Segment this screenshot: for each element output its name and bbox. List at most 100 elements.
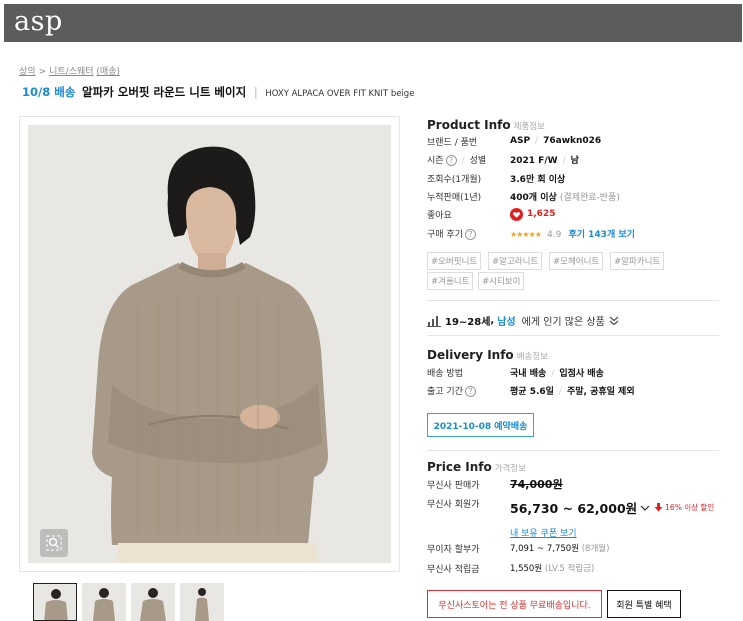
divider-slash: / [461,155,465,166]
section-subtitle: 배송정보 [516,352,548,362]
tag[interactable]: #모헤어니트 [549,252,604,270]
retail-price: 74,000원 [510,478,563,491]
product-name: 알파카 오버핏 라운드 니트 베이지 [82,85,247,99]
top-bar: asp [4,4,742,42]
thumbnail-1[interactable] [33,583,77,621]
divider-slash: / [551,368,555,379]
price-info-heading: Price Info 가격정보 [427,460,526,474]
breadcrumb-separator: > [38,67,47,77]
heart-icon[interactable] [510,207,523,221]
help-icon[interactable]: ? [445,154,457,166]
season-label-text: 시즌 [427,155,444,166]
tag[interactable]: #알고라니트 [488,252,543,270]
ship-period-value: 평균 5.6일 / 주말, 공휴일 제외 [510,384,635,397]
delivery-method-2: 입점사 배송 [559,368,604,379]
breadcrumb-item-top[interactable]: 상의 [19,67,36,77]
review-link[interactable]: 후기 143개 보기 [568,230,634,240]
installment-label: 무이자 할부가 [427,544,480,555]
member-benefit-button[interactable]: 회원 특별 혜택 [607,590,681,618]
review-label: 구매 후기? [427,227,507,240]
sales-note: (결제완료-반품) [559,192,620,203]
ship-label-text: 출고 기간 [427,386,463,397]
retail-price-label: 무신사 판매가 [427,480,480,491]
tag[interactable]: #알파카니트 [610,252,665,270]
help-icon[interactable]: ? [464,228,476,240]
magnifier-icon [46,535,62,551]
popular-text: 에게 인기 많은 상품 [521,317,605,328]
tag[interactable]: #겨울니트 [427,272,474,290]
delivery-method: 국내 배송 [510,368,547,379]
reserve-delivery-button[interactable]: 2021-10-08 예약배송 [427,413,534,437]
delivery-info-heading: Delivery Info 배송정보 [427,348,548,362]
popular-row[interactable]: 19~28세, 남성 에게 인기 많은 상품 [427,313,619,328]
zoom-button[interactable] [40,529,68,557]
logo[interactable]: asp [14,6,63,37]
my-coupon-link[interactable]: 내 보유 쿠폰 보기 [510,526,577,539]
gender-text: 남 [570,155,579,166]
thumbnail-3[interactable] [131,583,175,621]
divider [427,335,719,336]
double-chevron-down-icon[interactable] [609,316,619,326]
product-image-frame [19,116,400,572]
free-shipping-button[interactable]: 무신사스토어는 전 상품 무료배송입니다. [427,590,602,618]
member-price-label: 무신사 회원가 [427,499,480,510]
thumbnail-image [131,583,175,621]
points-amount: 1,550원 [510,564,543,574]
likes-value[interactable]: 1,625 [510,207,556,221]
season-value: 2021 F/W / 남 [510,153,579,166]
section-subtitle: 가격정보 [494,464,527,474]
breadcrumb-item-extra[interactable]: (매송) [96,67,120,77]
member-price-value: 56,730 ~ 62,000원 16% 이상 할인 [510,498,714,517]
installment-note: (8개월) [581,544,610,554]
chevron-down-icon[interactable] [640,504,650,512]
likes-label: 좋아요 [427,210,452,221]
delivery-method-label: 배송 방법 [427,368,463,379]
divider-slash: / [562,155,566,166]
sales-label: 누적판매(1년) [427,192,482,203]
section-subtitle: 제품정보 [513,122,545,132]
breadcrumb: 상의 > 니트/스웨터 (매송) [19,64,120,77]
ship-period-label: 출고 기간? [427,384,507,397]
section-title: Price Info [427,460,492,474]
member-price: 56,730 ~ 62,000원 [510,501,638,516]
divider-slash: / [558,386,562,397]
installment-value: 7,091 ~ 7,750원 (8개월) [510,542,609,554]
brand-label: 브랜드 / 품번 [427,137,478,148]
discount-rate: 16% 이상 할인 [665,503,715,512]
model-illustration [28,125,391,563]
product-photo[interactable] [28,125,391,563]
star-rating: ★★★★★ [510,229,542,239]
divider [427,450,719,451]
likes-count: 1,625 [527,209,556,219]
points-value: 1,550원 (LV.5 적립금) [510,562,594,574]
section-title: Product Info [427,118,511,132]
thumbnail-image [34,584,76,620]
ship-period-note: 주말, 공휴일 제외 [566,386,635,397]
points-label: 무신사 적립금 [427,564,480,575]
views-value: 3.6만 회 이상 [510,174,566,185]
installment-price: 7,091 ~ 7,750원 [510,544,580,554]
thumbnail-4[interactable] [180,583,224,621]
review-value: ★★★★★ 4.9 후기 143개 보기 [510,227,635,240]
delivery-date-label: 10/8 배송 [22,85,76,99]
brand-value: ASP / 76awkn026 [510,136,601,146]
popular-gender: 남성 [497,317,516,328]
bar-chart-icon [427,315,441,327]
tag[interactable]: #시티보이 [478,272,525,290]
gender-label: 성별 [469,155,487,166]
views-label: 조회수(1개월) [427,174,482,185]
brand-name[interactable]: ASP [510,136,530,146]
sales-value: 400개 이상 (결제완료-반품) [510,190,620,203]
help-icon[interactable]: ? [464,385,476,397]
thumbnail-2[interactable] [82,583,126,621]
divider-slash: / [535,136,539,146]
tag[interactable]: #오버핏니트 [427,252,482,270]
comma: , [490,315,495,326]
product-code: 76awkn026 [543,136,602,146]
section-title: Delivery Info [427,348,514,362]
season-label: 시즌? / 성별 [427,153,507,166]
product-info-heading: Product Info 제품정보 [427,118,545,132]
breadcrumb-item-knit[interactable]: 니트/스웨터 [49,67,93,77]
popular-age: 19~28세 [445,317,491,328]
points-note: (LV.5 적립금) [544,564,595,574]
